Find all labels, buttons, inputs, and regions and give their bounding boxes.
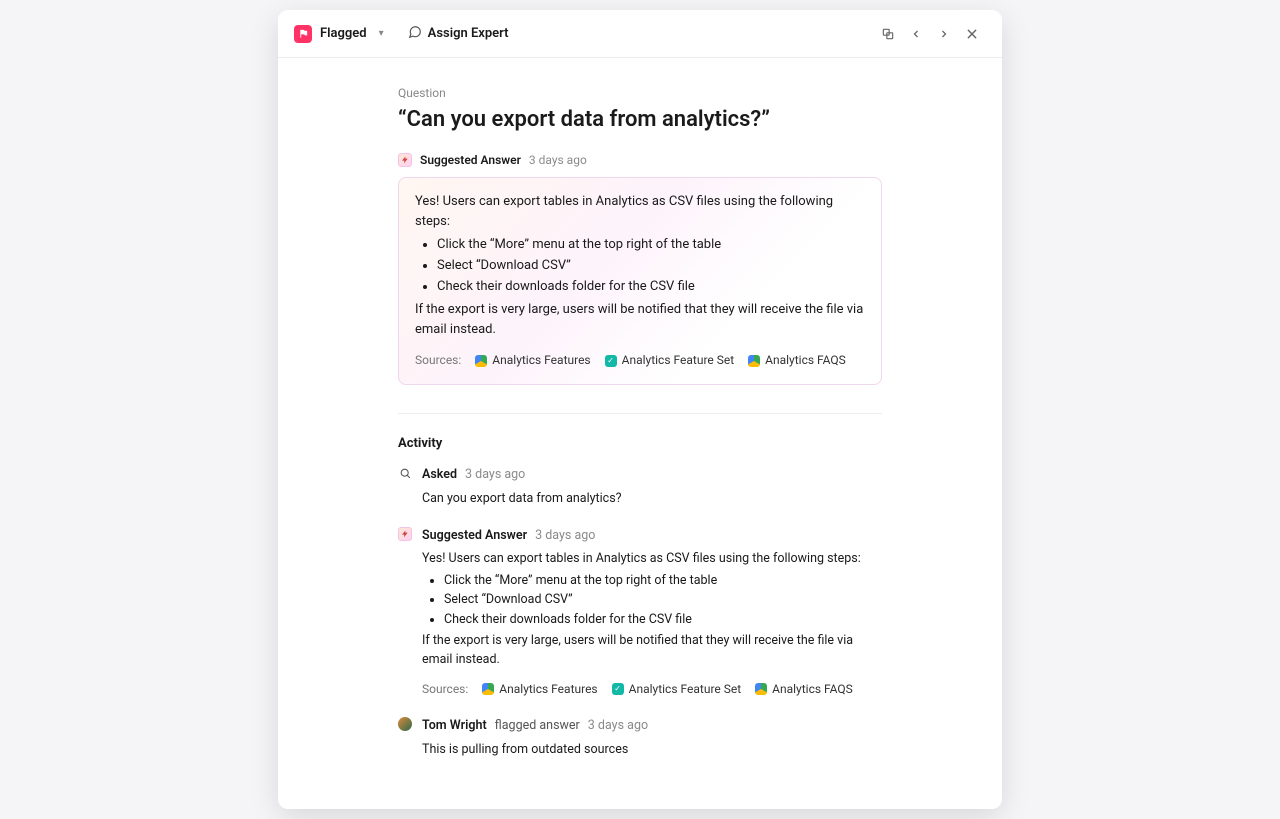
activity-item-flag: Tom Wright flagged answer 3 days ago Thi…	[398, 716, 882, 759]
suggested-answer-header: Suggested Answer 3 days ago	[398, 153, 882, 167]
suggested-answer-label: Suggested Answer	[420, 153, 521, 167]
source-name: Analytics Features	[492, 351, 590, 370]
answer-outro: If the export is very large, users will …	[415, 300, 865, 342]
question-eyebrow: Question	[398, 86, 882, 100]
activity-step: Click the “More” menu at the top right o…	[444, 571, 882, 590]
source-link[interactable]: Analytics Features	[482, 680, 597, 699]
prev-button[interactable]	[902, 20, 930, 48]
drive-icon	[475, 355, 487, 367]
sources-label: Sources:	[415, 351, 461, 370]
detail-panel: Flagged ▾ Assign Expert Question “Can yo…	[278, 10, 1002, 809]
status-dropdown[interactable]: Flagged ▾	[294, 25, 384, 43]
source-link[interactable]: Analytics Features	[475, 351, 590, 370]
answer-step: Select “Download CSV”	[437, 256, 865, 277]
drive-icon	[755, 683, 767, 695]
activity-title: Activity	[398, 436, 882, 451]
drive-icon	[748, 355, 760, 367]
bolt-icon	[398, 527, 412, 541]
activity-sources-row: Sources: Analytics Features ✓ Analytics …	[422, 680, 882, 699]
activity-timestamp: 3 days ago	[465, 465, 525, 484]
close-button[interactable]	[958, 20, 986, 48]
flag-icon	[294, 25, 312, 43]
check-icon: ✓	[605, 355, 617, 367]
answer-steps-list: Click the “More” menu at the top right o…	[415, 235, 865, 297]
expand-button[interactable]	[874, 20, 902, 48]
answer-step: Click the “More” menu at the top right o…	[437, 235, 865, 256]
suggested-answer-card: Yes! Users can export tables in Analytic…	[398, 177, 882, 386]
question-headline: “Can you export data from analytics?”	[398, 106, 882, 135]
user-avatar	[398, 717, 412, 731]
source-link[interactable]: ✓ Analytics Feature Set	[605, 351, 735, 370]
activity-text: Can you export data from analytics?	[422, 489, 622, 508]
source-name: Analytics FAQS	[765, 351, 846, 370]
answer-step: Check their downloads folder for the CSV…	[437, 277, 865, 298]
source-link[interactable]: Analytics FAQS	[755, 680, 853, 699]
activity-timestamp: 3 days ago	[535, 526, 595, 545]
activity-item-suggested: Suggested Answer 3 days ago Yes! Users c…	[398, 526, 882, 698]
source-link[interactable]: ✓ Analytics Feature Set	[612, 680, 742, 699]
source-name: Analytics Feature Set	[629, 680, 742, 699]
activity-step: Check their downloads folder for the CSV…	[444, 610, 882, 629]
sources-row: Sources: Analytics Features ✓ Analytics …	[415, 351, 865, 370]
suggested-answer-timestamp: 3 days ago	[529, 153, 587, 167]
activity-label: Suggested Answer	[422, 526, 527, 545]
activity-timestamp: 3 days ago	[588, 716, 648, 735]
activity-answer-intro: Yes! Users can export tables in Analytic…	[422, 549, 882, 568]
source-name: Analytics FAQS	[772, 680, 853, 699]
content-area: Question “Can you export data from analy…	[278, 58, 1002, 809]
bolt-icon	[398, 153, 412, 167]
activity-answer-outro: If the export is very large, users will …	[422, 631, 882, 670]
answer-intro: Yes! Users can export tables in Analytic…	[415, 192, 865, 234]
status-label: Flagged	[320, 26, 367, 41]
activity-text: This is pulling from outdated sources	[422, 740, 648, 759]
activity-item-asked: Asked 3 days ago Can you export data fro…	[398, 465, 882, 508]
activity-steps-list: Click the “More” menu at the top right o…	[422, 571, 882, 629]
chevron-down-icon: ▾	[379, 28, 384, 39]
source-name: Analytics Feature Set	[622, 351, 735, 370]
assign-expert-label: Assign Expert	[428, 26, 509, 41]
search-icon	[398, 466, 412, 480]
activity-step: Select “Download CSV”	[444, 590, 882, 609]
chat-assign-icon	[408, 24, 422, 43]
drive-icon	[482, 683, 494, 695]
assign-expert-button[interactable]: Assign Expert	[408, 24, 509, 43]
section-divider	[398, 413, 882, 414]
source-link[interactable]: Analytics FAQS	[748, 351, 846, 370]
activity-action: flagged answer	[495, 716, 580, 735]
activity-user: Tom Wright	[422, 716, 487, 735]
activity-label: Asked	[422, 465, 457, 484]
next-button[interactable]	[930, 20, 958, 48]
sources-label: Sources:	[422, 680, 468, 699]
source-name: Analytics Features	[499, 680, 597, 699]
check-icon: ✓	[612, 683, 624, 695]
topbar: Flagged ▾ Assign Expert	[278, 10, 1002, 58]
